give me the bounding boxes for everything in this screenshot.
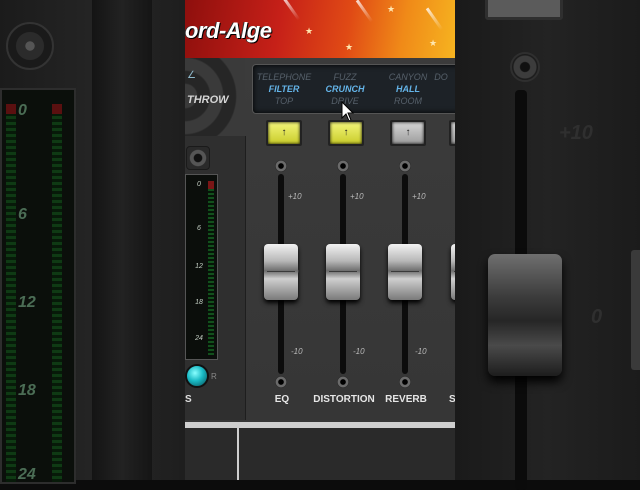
screw-icon	[337, 376, 349, 388]
distortion-toggle-button[interactable]: ↑	[328, 120, 364, 146]
channel-strip-eq: ↑ +10 0 -10 EQ	[251, 114, 313, 414]
bottom-bar	[185, 422, 455, 480]
meter-scale-label: 18	[195, 299, 203, 306]
r-label: R	[211, 372, 217, 381]
meter-scale-label: 24	[195, 335, 203, 342]
meter-screw-icon	[186, 146, 210, 170]
background-knob	[6, 22, 54, 70]
channel-strip-partial: SH	[437, 114, 455, 414]
preset-option[interactable]: DO	[429, 71, 453, 83]
fader-scale-label: +10	[288, 192, 302, 201]
meter-scale-label: 12	[195, 263, 203, 270]
background-zoom-right: +10 0	[455, 0, 640, 490]
preset-option[interactable]: ROOM	[373, 95, 443, 107]
screw-icon	[275, 160, 287, 172]
fader-scale-label: -10	[415, 347, 427, 356]
background-scale-label: 0	[591, 306, 603, 328]
background-zoom-left: 0 6 12 18 24	[0, 0, 185, 484]
background-panel-edge	[92, 0, 152, 480]
preset-option[interactable]: TELEPHONE	[249, 71, 319, 83]
screw-icon	[399, 160, 411, 172]
bottom-divider	[237, 428, 239, 480]
background-scale-label: +10	[559, 122, 593, 144]
plugin-panel: ord-Alge ★ ★ ★ ★ ∠ THROW TELEPHONE FILTE…	[185, 0, 455, 480]
s-label: S	[185, 394, 192, 405]
background-button	[485, 0, 563, 20]
preset-option-selected[interactable]: CRUNCH	[310, 83, 380, 95]
screw-icon	[399, 376, 411, 388]
throw-label: THROW	[187, 94, 229, 106]
preset-option-selected[interactable]: FILTER	[249, 83, 319, 95]
meter-scale-label: 0	[197, 181, 201, 188]
background-fader-cap	[488, 254, 562, 376]
background-meter-label: 18	[18, 382, 36, 399]
background-meter-label: 24	[18, 466, 36, 483]
preset-option-selected[interactable]: HALL	[373, 83, 443, 95]
channel-label-partial: SH	[449, 394, 455, 405]
background-meter-label: 12	[18, 294, 36, 311]
plugin-header: ord-Alge ★ ★ ★ ★	[185, 0, 455, 58]
fader-scale-label: -10	[291, 347, 303, 356]
partial-toggle-button[interactable]	[449, 120, 455, 146]
partial-fader[interactable]	[451, 244, 455, 300]
screw-icon	[337, 160, 349, 172]
background-screw	[510, 52, 540, 82]
throw-tick-icon: ∠	[187, 70, 196, 81]
channel-strip-distortion: ↑ +10 -10 DISTORTION	[313, 114, 375, 414]
background-fader-edge	[631, 250, 640, 370]
background-meter-label: 6	[18, 206, 27, 223]
eq-toggle-button[interactable]: ↑	[266, 120, 302, 146]
stereo-knob[interactable]	[185, 364, 209, 388]
fader-scale-label: -10	[353, 347, 365, 356]
output-meter: 0 6 12 18 24	[185, 174, 218, 360]
preset-column[interactable]: TELEPHONE FILTER TOP	[249, 71, 319, 107]
eq-fader[interactable]	[264, 244, 298, 300]
meter-scale-label: 6	[197, 225, 201, 232]
channel-strip-reverb: ↑ +10 -10 REVERB	[375, 114, 437, 414]
preset-option[interactable]: FUZZ	[310, 71, 380, 83]
fader-scale-label: +10	[350, 192, 364, 201]
background-meter	[0, 88, 76, 484]
fader-scale-label: +10	[412, 192, 426, 201]
screw-icon	[275, 376, 287, 388]
background-meter-label: 0	[18, 102, 27, 119]
preset-option[interactable]: TOP	[249, 95, 319, 107]
brand-logo: ord-Alge	[185, 18, 272, 43]
preset-column[interactable]: DO	[429, 71, 453, 83]
reverb-toggle-button[interactable]: ↑	[390, 120, 426, 146]
distortion-fader[interactable]	[326, 244, 360, 300]
reverb-fader[interactable]	[388, 244, 422, 300]
